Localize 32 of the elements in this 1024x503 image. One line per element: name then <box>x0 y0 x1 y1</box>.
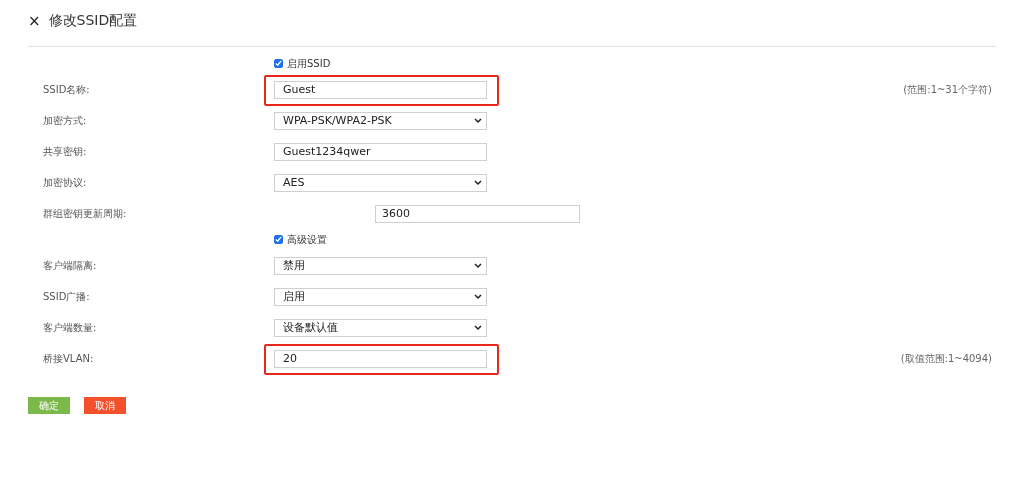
field-label: 桥接VLAN: <box>42 351 95 366</box>
text-field[interactable]: 3600 <box>375 204 580 223</box>
chevron-down-icon <box>474 293 482 300</box>
text-field[interactable]: 20 <box>274 349 487 368</box>
field-label: 加密协议: <box>42 175 88 190</box>
chevron-down-icon <box>474 324 482 331</box>
range-hint: (取值范围:1~4094) <box>900 351 993 366</box>
field-label: 客户端数量: <box>42 320 98 335</box>
dropdown[interactable]: 设备默认值 <box>274 318 487 337</box>
dropdown[interactable]: WPA-PSK/WPA2-PSK <box>274 111 487 130</box>
checkbox-label: 高级设置 <box>287 232 327 247</box>
field-label: SSID广播: <box>42 289 91 304</box>
close-icon[interactable]: × <box>28 13 41 29</box>
dropdown[interactable]: 禁用 <box>274 256 487 275</box>
field-label: 共享密钥: <box>42 144 88 159</box>
dropdown[interactable]: 启用 <box>274 287 487 306</box>
text-field[interactable]: Guest <box>274 80 487 99</box>
chevron-down-icon <box>474 179 482 186</box>
field-label: SSID名称: <box>42 82 91 97</box>
text-field[interactable]: Guest1234qwer <box>274 142 487 161</box>
field-label: 群组密钥更新周期: <box>42 206 128 221</box>
range-hint: (范围:1~31个字符) <box>903 82 993 97</box>
chevron-down-icon <box>474 117 482 124</box>
field-label: 加密方式: <box>42 113 88 128</box>
chevron-down-icon <box>474 262 482 269</box>
checkbox[interactable] <box>274 235 283 244</box>
checkbox[interactable] <box>274 59 283 68</box>
cancel-button[interactable]: 取消 <box>84 397 126 414</box>
dropdown[interactable]: AES <box>274 173 487 192</box>
dialog-title: 修改SSID配置 <box>48 12 138 30</box>
field-label: 客户端隔离: <box>42 258 98 273</box>
checkbox-label: 启用SSID <box>287 56 331 71</box>
